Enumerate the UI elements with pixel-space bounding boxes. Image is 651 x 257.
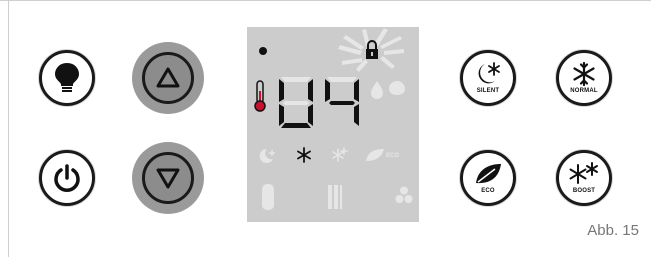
power-button[interactable] [39,150,95,206]
eco-icon [366,149,384,161]
figure-caption: Abb. 15 [587,222,639,239]
boost-mode-label: BOOST [572,188,596,194]
down-arrow-button[interactable] [132,142,204,214]
ghost-droplet-icon [371,81,405,99]
thermometer-icon [254,80,266,112]
normal-mode-button[interactable]: NORMAL [556,50,612,106]
boost-mode-button[interactable]: BOOST [556,150,612,206]
light-button[interactable] [39,50,95,106]
snowflake-icon [573,61,595,87]
eco-indicator-label: ECO [386,153,400,159]
moon-snowflake-icon [478,62,500,84]
lcd-display: ECO [247,27,419,222]
power-icon [54,164,80,192]
ghost-filter-icon [328,185,342,209]
silent-mode-label: SILENT [476,88,500,94]
snowflake-icon [297,147,311,163]
indicator-dot [259,47,267,55]
triangle-up-icon [156,67,180,88]
ghost-fan-icon [395,186,413,203]
silent-mode-button[interactable]: SILENT [460,50,516,106]
leaf-icon [476,164,501,184]
frame-top-border [0,0,651,1]
up-arrow-button[interactable] [132,42,204,114]
digit-display [279,77,359,128]
silent-icon [259,148,275,163]
eco-mode-button[interactable]: ECO [460,150,516,206]
ghost-tank-icon [262,184,274,210]
double-snowflake-icon [569,162,598,184]
fan-icon [332,147,348,162]
lightbulb-icon [55,63,79,92]
eco-mode-label: ECO [481,188,495,194]
triangle-down-icon [156,168,180,189]
frame-left-border [8,0,9,257]
normal-mode-label: NORMAL [570,88,598,94]
